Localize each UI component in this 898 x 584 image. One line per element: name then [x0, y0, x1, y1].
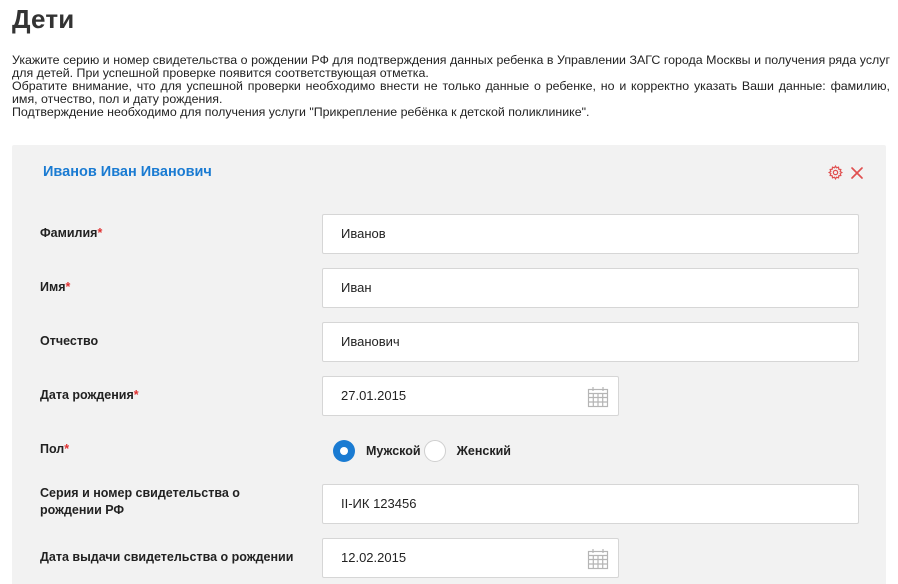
issue-date-value: 12.02.2015	[341, 550, 407, 565]
certificate-label-line-1: Серия и номер свидетельства о	[40, 486, 240, 500]
required-mark: *	[133, 388, 139, 402]
certificate-label: Серия и номер свидетельства о рождении Р…	[40, 485, 240, 519]
child-name-link[interactable]: Иванов Иван Иванович	[43, 164, 212, 180]
issue-date-label: Дата выдачи свидетельства о рождении	[40, 550, 294, 564]
close-icon[interactable]	[849, 165, 864, 180]
required-mark: *	[97, 226, 103, 240]
issue-date-input[interactable]: 12.02.2015	[322, 538, 619, 578]
card-actions	[828, 165, 864, 180]
page-title: Дети	[12, 4, 75, 34]
patronymic-input[interactable]: Иванович	[322, 322, 859, 362]
name-label: Имя*	[40, 279, 70, 296]
required-mark: *	[65, 280, 71, 294]
patronymic-label: Отчество	[40, 334, 99, 348]
radio-female-label[interactable]: Женский	[457, 444, 511, 458]
calendar-icon[interactable]	[587, 385, 609, 408]
name-input[interactable]: Иван	[322, 268, 859, 308]
required-mark: *	[64, 442, 70, 456]
radio-male-label[interactable]: Мужской	[366, 444, 421, 458]
radio-male[interactable]	[333, 440, 355, 462]
intro-paragraph-2: Обратите внимание, что для успешной пров…	[12, 79, 890, 106]
birth-date-value: 27.01.2015	[341, 388, 407, 403]
certificate-label-line-2: рождении РФ	[40, 503, 125, 517]
intro-paragraph-3: Подтверждение необходимо для получения у…	[12, 105, 590, 119]
birth-date-label: Дата рождения*	[40, 387, 139, 404]
surname-label: Фамилия*	[40, 225, 102, 242]
surname-label-text: Фамилия	[40, 226, 98, 240]
gender-label: Пол*	[40, 441, 69, 458]
radio-female[interactable]	[423, 440, 446, 462]
gender-label-text: Пол	[40, 442, 65, 456]
birth-date-input[interactable]: 27.01.2015	[322, 376, 619, 416]
surname-input[interactable]: Иванов	[322, 214, 859, 254]
birth-date-label-text: Дата рождения	[40, 388, 134, 402]
intro-text: Укажите серию и номер свидетельства о ро…	[12, 54, 890, 119]
intro-paragraph-1: Укажите серию и номер свидетельства о ро…	[12, 53, 890, 80]
calendar-icon[interactable]	[587, 547, 609, 570]
gender-radio-group: Мужской Женский	[333, 440, 514, 462]
certificate-input[interactable]: II-ИК 123456	[322, 484, 859, 524]
child-card: Иванов Иван Иванович Фамилия* Иванов Имя…	[12, 145, 886, 584]
gear-icon[interactable]	[828, 165, 843, 180]
name-label-text: Имя	[40, 280, 66, 294]
